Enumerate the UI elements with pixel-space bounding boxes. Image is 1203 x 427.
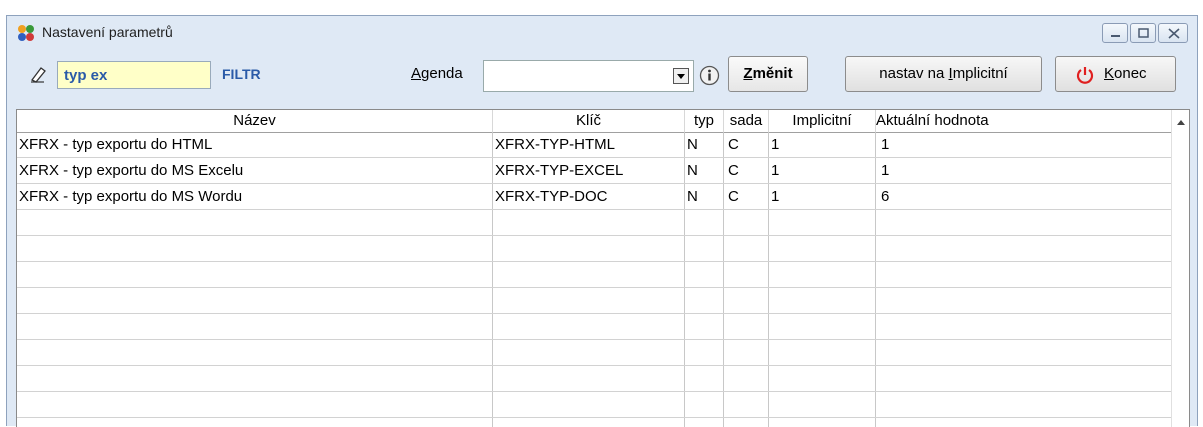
cell-aktualni-hodnota: 1	[881, 162, 890, 179]
column-header-typ[interactable]: typ	[685, 110, 723, 132]
end-button[interactable]: Konec	[1055, 56, 1176, 92]
empty-row[interactable]	[17, 262, 1172, 288]
title-bar[interactable]: Nastavení parametrů	[7, 16, 1197, 48]
close-window-button[interactable]	[1158, 23, 1188, 43]
close-icon	[1168, 28, 1180, 39]
cell-implicitni: 1	[771, 136, 780, 153]
cell-implicitni: 1	[771, 188, 780, 205]
set-implicit-button[interactable]: nastav na Implicitní	[845, 56, 1042, 92]
column-header-nazev[interactable]: Název	[17, 110, 492, 132]
cell-klic: XFRX-TYP-DOC	[495, 188, 608, 205]
cell-nazev: XFRX - typ exportu do MS Excelu	[19, 162, 244, 179]
minimize-button[interactable]	[1102, 23, 1128, 43]
cell-klic: XFRX-TYP-HTML	[495, 136, 615, 153]
empty-row[interactable]	[17, 210, 1172, 236]
column-header-implicitni[interactable]: Implicitní	[769, 110, 875, 132]
parameters-app-icon	[18, 25, 34, 41]
cell-nazev: XFRX - typ exportu do HTML	[19, 136, 213, 153]
cell-typ: N	[687, 136, 698, 153]
cell-aktualni-hodnota: 6	[881, 188, 890, 205]
agenda-label: Agenda	[411, 65, 463, 82]
cell-typ: N	[687, 162, 698, 179]
table-row[interactable]: XFRX - typ exportu do MS Wordu XFRX-TYP-…	[17, 184, 1172, 210]
end-button-label: Konec	[1104, 65, 1147, 82]
cell-sada: C	[728, 136, 739, 153]
toolbar: FILTR Agenda Změnit nastav na Implicitní…	[7, 48, 1197, 100]
cell-klic: XFRX-TYP-EXCEL	[495, 162, 624, 179]
column-header-klic[interactable]: Klíč	[493, 110, 684, 132]
change-button[interactable]: Změnit	[728, 56, 808, 92]
info-icon[interactable]	[699, 65, 720, 86]
cell-implicitni: 1	[771, 162, 780, 179]
empty-row[interactable]	[17, 288, 1172, 314]
agenda-select[interactable]	[483, 60, 694, 92]
dropdown-button[interactable]	[673, 68, 689, 84]
empty-row[interactable]	[17, 314, 1172, 340]
table-row[interactable]: XFRX - typ exportu do MS Excelu XFRX-TYP…	[17, 158, 1172, 184]
cell-nazev: XFRX - typ exportu do MS Wordu	[19, 188, 243, 205]
cell-typ: N	[687, 188, 698, 205]
vertical-scrollbar[interactable]	[1171, 110, 1189, 427]
empty-row[interactable]	[17, 236, 1172, 262]
window-title: Nastavení parametrů	[42, 24, 173, 40]
filter-input[interactable]	[57, 61, 211, 89]
grid-header: Název Klíč typ sada Implicitní Aktuální …	[17, 110, 1172, 133]
chevron-down-icon	[677, 74, 685, 79]
parameters-window: Nastavení parametrů FILTR Agenda	[6, 15, 1198, 427]
column-header-aktualni-hodnota[interactable]: Aktuální hodnota	[876, 110, 1026, 132]
cell-sada: C	[728, 188, 739, 205]
filter-label: FILTR	[222, 66, 261, 82]
empty-row[interactable]	[17, 392, 1172, 418]
power-icon	[1076, 67, 1094, 84]
eraser-icon[interactable]	[29, 65, 47, 83]
minimize-icon	[1111, 35, 1120, 37]
column-header-sada[interactable]: sada	[724, 110, 768, 132]
table-row[interactable]: XFRX - typ exportu do HTML XFRX-TYP-HTML…	[17, 132, 1172, 158]
scroll-up-icon[interactable]	[1176, 118, 1186, 126]
maximize-button[interactable]	[1130, 23, 1156, 43]
empty-row[interactable]	[17, 340, 1172, 366]
parameters-grid[interactable]: Název Klíč typ sada Implicitní Aktuální …	[16, 109, 1190, 427]
cell-aktualni-hodnota: 1	[881, 136, 890, 153]
maximize-icon	[1138, 28, 1149, 38]
empty-row[interactable]	[17, 366, 1172, 392]
cell-sada: C	[728, 162, 739, 179]
